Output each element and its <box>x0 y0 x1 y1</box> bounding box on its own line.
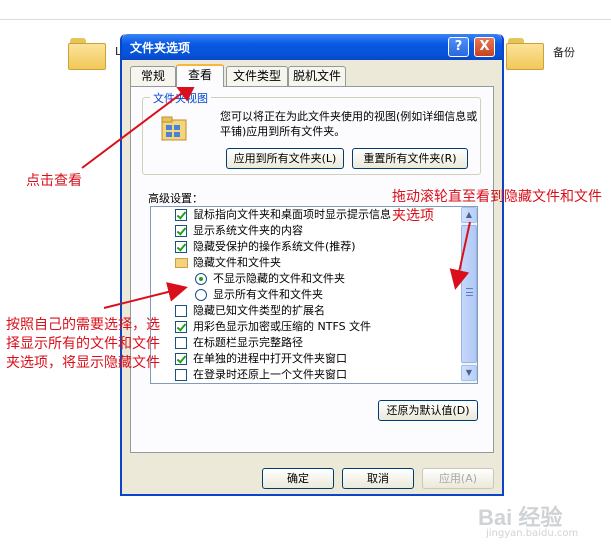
tab-view[interactable]: 查看 <box>176 64 224 87</box>
arrow-to-show-all-option <box>103 282 188 309</box>
arrow-to-scrollbar <box>449 221 471 290</box>
annotation-arrows <box>81 81 471 309</box>
watermark-url: jingyan.baidu.com <box>486 528 579 539</box>
arrow-to-view-tab <box>81 81 198 169</box>
